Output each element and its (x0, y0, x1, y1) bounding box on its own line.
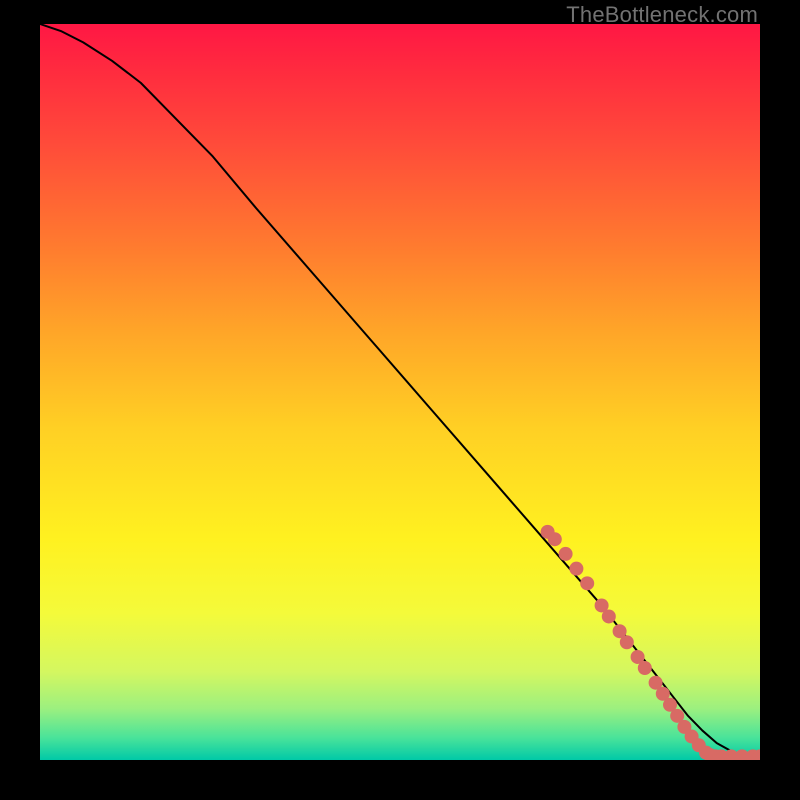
highlight-point (559, 547, 573, 561)
highlight-point (602, 609, 616, 623)
series-curve (40, 24, 760, 756)
highlight-point (580, 576, 594, 590)
highlight-point (638, 661, 652, 675)
chart-frame: TheBottleneck.com (0, 0, 800, 800)
highlight-points (541, 525, 760, 760)
chart-svg (40, 24, 760, 760)
highlight-point (569, 562, 583, 576)
highlight-point (620, 635, 634, 649)
plot-area (40, 24, 760, 760)
highlight-point (548, 532, 562, 546)
